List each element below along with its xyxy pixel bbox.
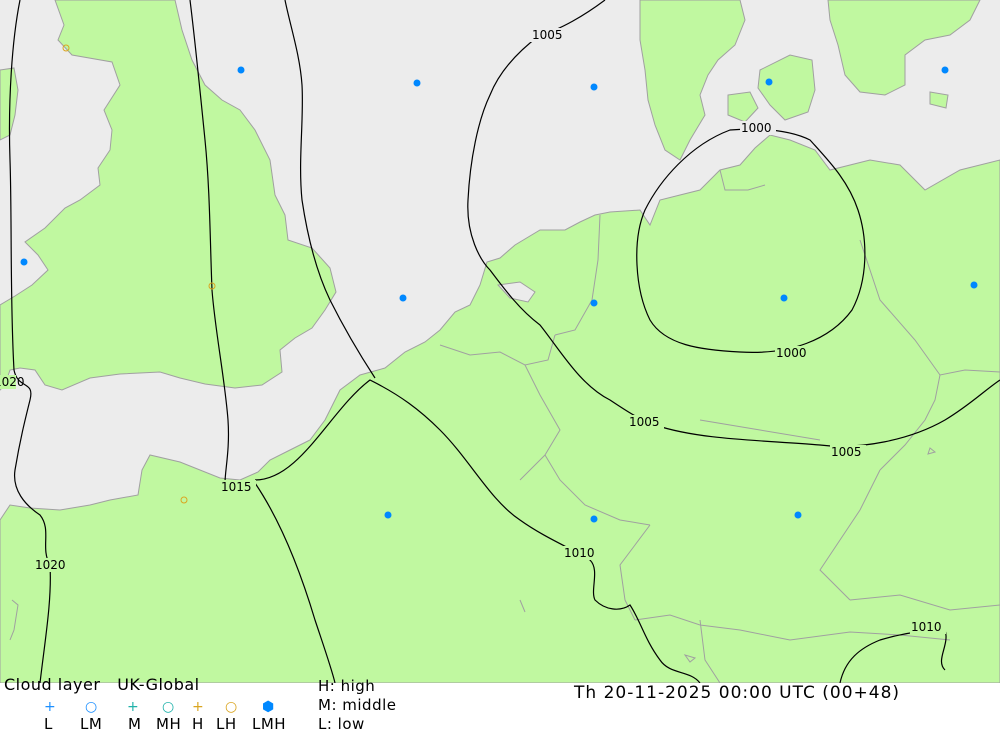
cloud-lmh-marker <box>590 299 598 307</box>
legend-symbol-mh-icon: ○ <box>162 699 175 715</box>
isobar-label: 1000 <box>741 121 772 135</box>
isobar-label: 1020 <box>35 558 66 572</box>
isobar-label: 1015 <box>221 480 252 494</box>
cloud-lmh-marker <box>413 79 421 87</box>
legend-code-h: H <box>192 715 204 733</box>
cloud-lmh-marker <box>780 294 788 302</box>
legend-symbol-lh-icon: ○ <box>225 699 238 715</box>
isobar-label: 1005 <box>629 415 660 429</box>
cloud-lmh-marker <box>765 78 773 86</box>
weather-map: 1005 1000 1000 1005 1005 1010 1010 1015 … <box>0 0 1000 683</box>
cloud-lmh-marker <box>399 294 407 302</box>
legend-code-lm: LM <box>80 715 103 733</box>
legend-code-lh: LH <box>216 715 237 733</box>
cloud-lmh-marker <box>20 258 28 266</box>
legend-symbol-l-icon: + <box>44 699 56 715</box>
legend-symbol-h-icon: + <box>192 699 204 715</box>
cloud-lmh-marker <box>384 511 392 519</box>
map-title: Cloud layer UK-Global <box>4 675 200 694</box>
legend-symbol-m-icon: + <box>127 699 139 715</box>
legend-symbol-lm-icon: ○ <box>85 699 98 715</box>
isobar-label: 1020 <box>0 375 25 389</box>
legend-code-lmh: LMH <box>252 715 287 733</box>
isobar-label: 1000 <box>776 346 807 360</box>
cloud-lmh-marker <box>794 511 802 519</box>
cloud-lmh-marker <box>590 515 598 523</box>
legend-code-l: L <box>44 715 53 733</box>
map-legend: Cloud layer UK-Global H: high M: middle … <box>0 676 1000 733</box>
isobar-label: 1005 <box>831 445 862 459</box>
cloud-lmh-marker <box>941 66 949 74</box>
valid-time: Th 20-11-2025 00:00 UTC (00+48) <box>574 683 901 703</box>
legend-code-m: M <box>128 715 142 733</box>
layer-key-middle: M: middle <box>318 696 397 714</box>
cloud-lmh-marker <box>237 66 245 74</box>
layer-key-high: H: high <box>318 677 376 695</box>
isobar-label: 1010 <box>911 620 942 634</box>
legend-symbol-lmh-icon: ⬢ <box>262 699 275 715</box>
cloud-lmh-marker <box>590 83 598 91</box>
layer-key-low: L: low <box>318 715 365 733</box>
cloud-lmh-marker <box>970 281 978 289</box>
isobar-label: 1010 <box>564 546 595 560</box>
isobar-label: 1005 <box>532 28 563 42</box>
legend-code-mh: MH <box>156 715 182 733</box>
